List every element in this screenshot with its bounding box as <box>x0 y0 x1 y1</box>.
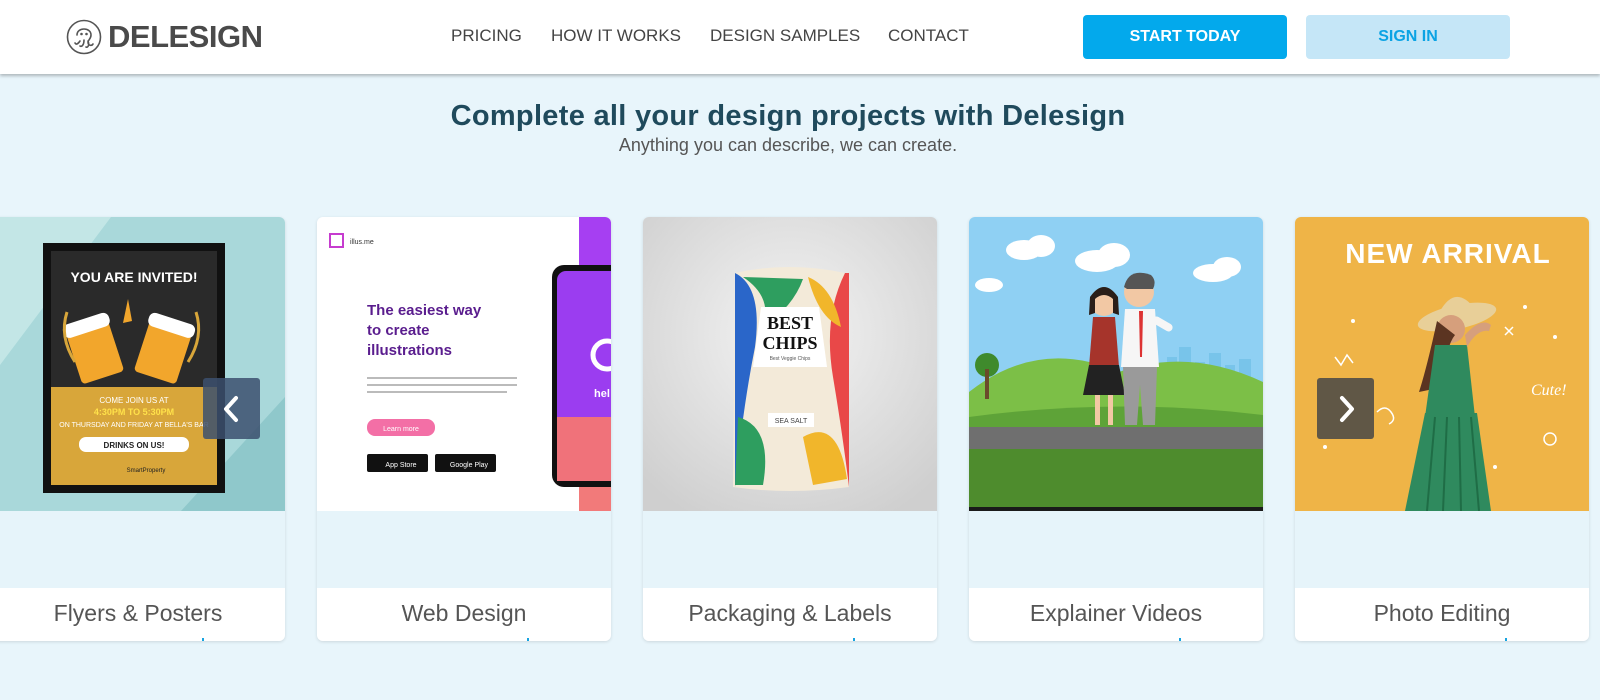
explainer-video-image <box>969 217 1263 511</box>
chevron-left-icon <box>223 395 238 422</box>
web-headline-2: to create <box>367 322 430 339</box>
web-brand: illus.me <box>350 239 374 246</box>
service-card-explainer-videos[interactable]: Explainer Videos <box>969 217 1263 641</box>
service-card-web-design[interactable]: illus.me The easiest way to create illus… <box>317 217 611 641</box>
google-play-badge: Google Play <box>450 462 489 469</box>
photo-banner: NEW ARRIVAL <box>1345 238 1550 269</box>
page-title: Complete all your design projects with D… <box>450 100 1126 132</box>
flyer-pill: DRINKS ON US! <box>104 441 165 450</box>
card-indicator <box>853 638 855 641</box>
nav-how-it-works[interactable]: HOW IT WORKS <box>551 26 681 46</box>
web-headline-1: The easiest way <box>367 302 482 319</box>
carousel-next-button[interactable] <box>1317 378 1374 439</box>
chips-small: Best Veggie Chips <box>770 356 811 362</box>
phone-text: hel <box>594 388 610 400</box>
carousel-prev-button[interactable] <box>203 378 260 439</box>
card-label: Flyers & Posters <box>0 588 285 641</box>
flyer-line1: COME JOIN US AT <box>99 396 168 405</box>
site-header: DELESIGN PRICING HOW IT WORKS DESIGN SAM… <box>0 0 1600 74</box>
flyer-time: 4:30PM TO 5:30PM <box>94 407 174 417</box>
web-headline-3: illustrations <box>367 342 452 359</box>
service-card-packaging[interactable]: BEST CHIPS Best Veggie Chips SEA SALT Pa… <box>643 217 937 641</box>
card-indicator <box>1179 638 1181 641</box>
photo-doodle: Cute! <box>1531 382 1567 399</box>
card-indicator <box>202 638 204 641</box>
logo-text: DELESIGN <box>108 19 263 54</box>
card-indicator <box>1505 638 1507 641</box>
logo[interactable]: DELESIGN <box>66 18 263 56</box>
chevron-right-icon <box>1339 395 1354 422</box>
chips-line2: CHIPS <box>762 333 817 353</box>
flyer-brand: SmartProperty <box>127 468 166 474</box>
flyer-title: YOU ARE INVITED! <box>70 269 197 285</box>
flyer-line3: ON THURSDAY AND FRIDAY AT BELLA'S BAR <box>59 422 208 429</box>
flyer-image: YOU ARE INVITED! COME JOIN US AT 4:30PM … <box>0 217 285 511</box>
start-today-button[interactable]: START TODAY <box>1083 15 1287 59</box>
packaging-image: BEST CHIPS Best Veggie Chips SEA SALT <box>643 217 937 511</box>
photo-editing-image: NEW ARRIVAL Cute! <box>1295 217 1589 511</box>
octopus-logo-icon <box>66 19 102 55</box>
card-indicator <box>527 638 529 641</box>
app-store-badge: App Store <box>385 462 416 469</box>
card-label: Packaging & Labels <box>643 588 937 641</box>
chips-tag: SEA SALT <box>775 418 808 425</box>
nav-pricing[interactable]: PRICING <box>451 26 522 46</box>
page-subtitle: Anything you can describe, we can create… <box>618 135 958 155</box>
chips-line1: BEST <box>767 313 813 333</box>
web-learn-more: Learn more <box>383 426 419 433</box>
nav-design-samples[interactable]: DESIGN SAMPLES <box>710 26 860 46</box>
card-label: Web Design <box>317 588 611 641</box>
card-label: Explainer Videos <box>969 588 1263 641</box>
card-label: Photo Editing <box>1295 588 1589 641</box>
sign-in-button[interactable]: SIGN IN <box>1306 15 1510 59</box>
nav-contact[interactable]: CONTACT <box>888 26 969 46</box>
web-design-image: illus.me The easiest way to create illus… <box>317 217 611 511</box>
